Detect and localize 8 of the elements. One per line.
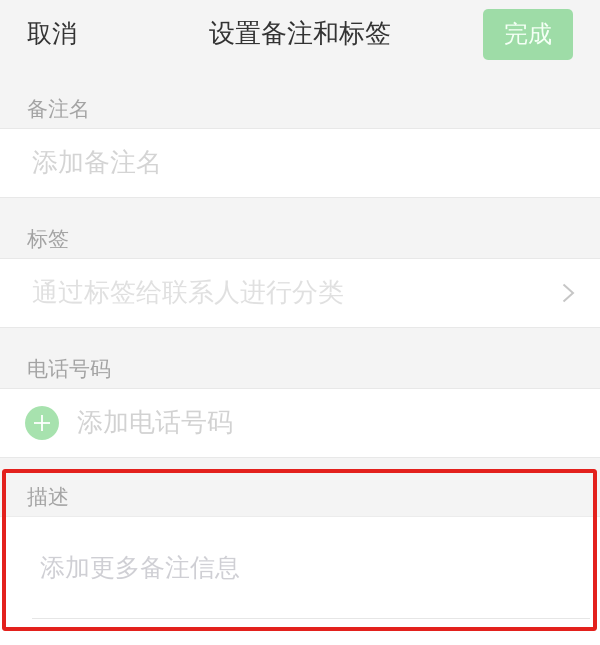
cancel-button[interactable]: 取消 — [27, 18, 77, 50]
chevron-right-icon — [562, 283, 575, 303]
section-label: 描述 — [27, 485, 69, 509]
page-title: 设置备注和标签 — [209, 18, 391, 51]
section-label: 备注名 — [27, 97, 90, 121]
section-label: 标签 — [27, 227, 69, 251]
plus-circle-icon — [25, 406, 59, 440]
section-label: 电话号码 — [27, 357, 111, 381]
